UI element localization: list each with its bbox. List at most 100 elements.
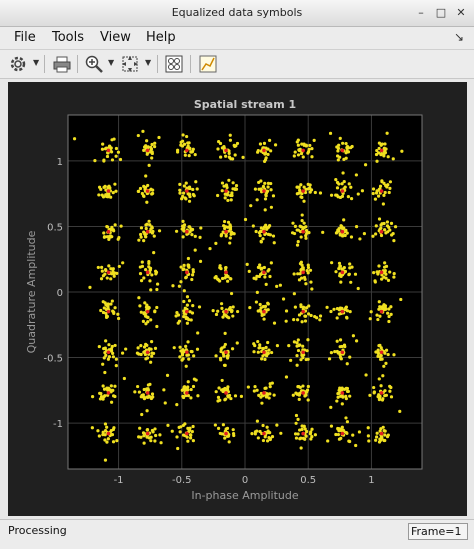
scatter-point [223, 276, 227, 280]
scatter-point [300, 195, 304, 199]
menu-help[interactable]: Help [146, 30, 176, 45]
scatter-point [263, 304, 268, 308]
menu-view[interactable]: View [100, 30, 131, 45]
scatter-point [343, 185, 347, 189]
scatter-point [252, 350, 256, 354]
scatter-point [245, 262, 249, 266]
scatter-point [264, 282, 268, 286]
scatter-point [351, 433, 355, 437]
scatter-point [261, 184, 266, 189]
scatter-point [364, 373, 368, 377]
scatter-point [392, 239, 396, 243]
scatter-point [305, 349, 309, 353]
maximize-icon[interactable]: □ [434, 6, 448, 20]
reference-point [340, 350, 345, 355]
scatter-point [196, 394, 200, 398]
print-icon[interactable] [52, 54, 72, 74]
scatter-plot-icon[interactable] [164, 54, 184, 74]
minimize-icon[interactable]: – [414, 6, 428, 20]
title-bar[interactable]: Equalized data symbols – □ ✕ [0, 0, 474, 27]
scatter-point [256, 339, 260, 344]
scatter-point [264, 345, 268, 350]
scatter-point [377, 440, 382, 444]
scatter-point [178, 182, 182, 186]
gear-dropdown-icon[interactable]: ▼ [33, 58, 39, 67]
scatter-point [138, 265, 142, 269]
menu-tools[interactable]: Tools [52, 30, 84, 45]
autoscale-dropdown-icon[interactable]: ▼ [145, 58, 151, 67]
scatter-point [214, 354, 218, 358]
scatter-point [149, 439, 153, 443]
scatter-point [236, 309, 240, 314]
scatter-point [281, 297, 286, 301]
scatter-point [299, 183, 303, 187]
scatter-point [376, 317, 380, 322]
scatter-point [334, 270, 338, 274]
scatter-point [261, 438, 266, 443]
reference-point [301, 148, 305, 153]
scatter-point [216, 193, 220, 198]
scatter-point [388, 180, 393, 184]
scatter-point [118, 157, 123, 162]
scatter-point [133, 390, 137, 394]
x-tick-label: 1 [368, 475, 374, 486]
scatter-point [341, 428, 345, 432]
scatter-point [179, 280, 183, 284]
scatter-point [158, 433, 162, 437]
scatter-point [72, 137, 77, 141]
scatter-point [137, 390, 142, 394]
constellation-plot[interactable]: Spatial stream 1 -1 -0.5 0 0.5 1-1-0.500.51 … [8, 82, 467, 516]
scatter-point [367, 439, 371, 443]
data-cursor-icon[interactable] [198, 54, 218, 74]
scatter-point [294, 421, 298, 425]
scatter-point [261, 423, 265, 428]
scatter-point [309, 437, 313, 441]
scatter-point [255, 388, 259, 392]
scatter-point [153, 141, 157, 145]
scatter-point [308, 143, 312, 148]
scatter-point [151, 229, 155, 234]
scatter-point [147, 219, 151, 223]
scatter-point [383, 190, 387, 195]
scatter-point [268, 274, 272, 279]
scatter-point [263, 208, 267, 212]
scatter-point [378, 394, 382, 398]
dock-icon[interactable]: ↘ [454, 30, 464, 44]
scatter-point [216, 395, 221, 399]
gear-icon[interactable] [8, 54, 28, 74]
scatter-point [228, 133, 232, 137]
y-tick-label: 0 [57, 288, 63, 299]
scatter-point [153, 427, 157, 431]
scatter-point [377, 264, 381, 268]
zoom-dropdown-icon[interactable]: ▼ [108, 58, 114, 67]
scatter-point [386, 155, 390, 159]
scatter-point [222, 219, 227, 224]
scatter-point [296, 432, 300, 436]
scatter-point [354, 339, 359, 343]
scatter-point [115, 439, 119, 443]
scatter-point [224, 154, 228, 158]
scatter-point [137, 238, 141, 242]
scatter-point [145, 152, 149, 156]
scatter-point [106, 302, 110, 306]
scatter-point [379, 353, 383, 358]
zoom-in-icon[interactable] [84, 54, 104, 74]
reference-point [340, 189, 345, 193]
scatter-point [223, 342, 227, 347]
scatter-point [369, 310, 373, 314]
menu-file[interactable]: File [14, 30, 36, 45]
scatter-point [338, 136, 342, 140]
scatter-point [387, 190, 391, 195]
scatter-point [329, 309, 333, 314]
scatter-point [349, 185, 353, 189]
scatter-point [230, 347, 235, 351]
scatter-point [266, 302, 270, 306]
scatter-point [235, 341, 239, 345]
autoscale-icon[interactable] [120, 54, 140, 74]
scatter-point [292, 272, 296, 276]
scatter-point [376, 194, 381, 198]
scatter-point [229, 198, 233, 202]
scatter-point [389, 395, 394, 399]
close-icon[interactable]: ✕ [454, 6, 468, 20]
scatter-point [358, 237, 362, 241]
